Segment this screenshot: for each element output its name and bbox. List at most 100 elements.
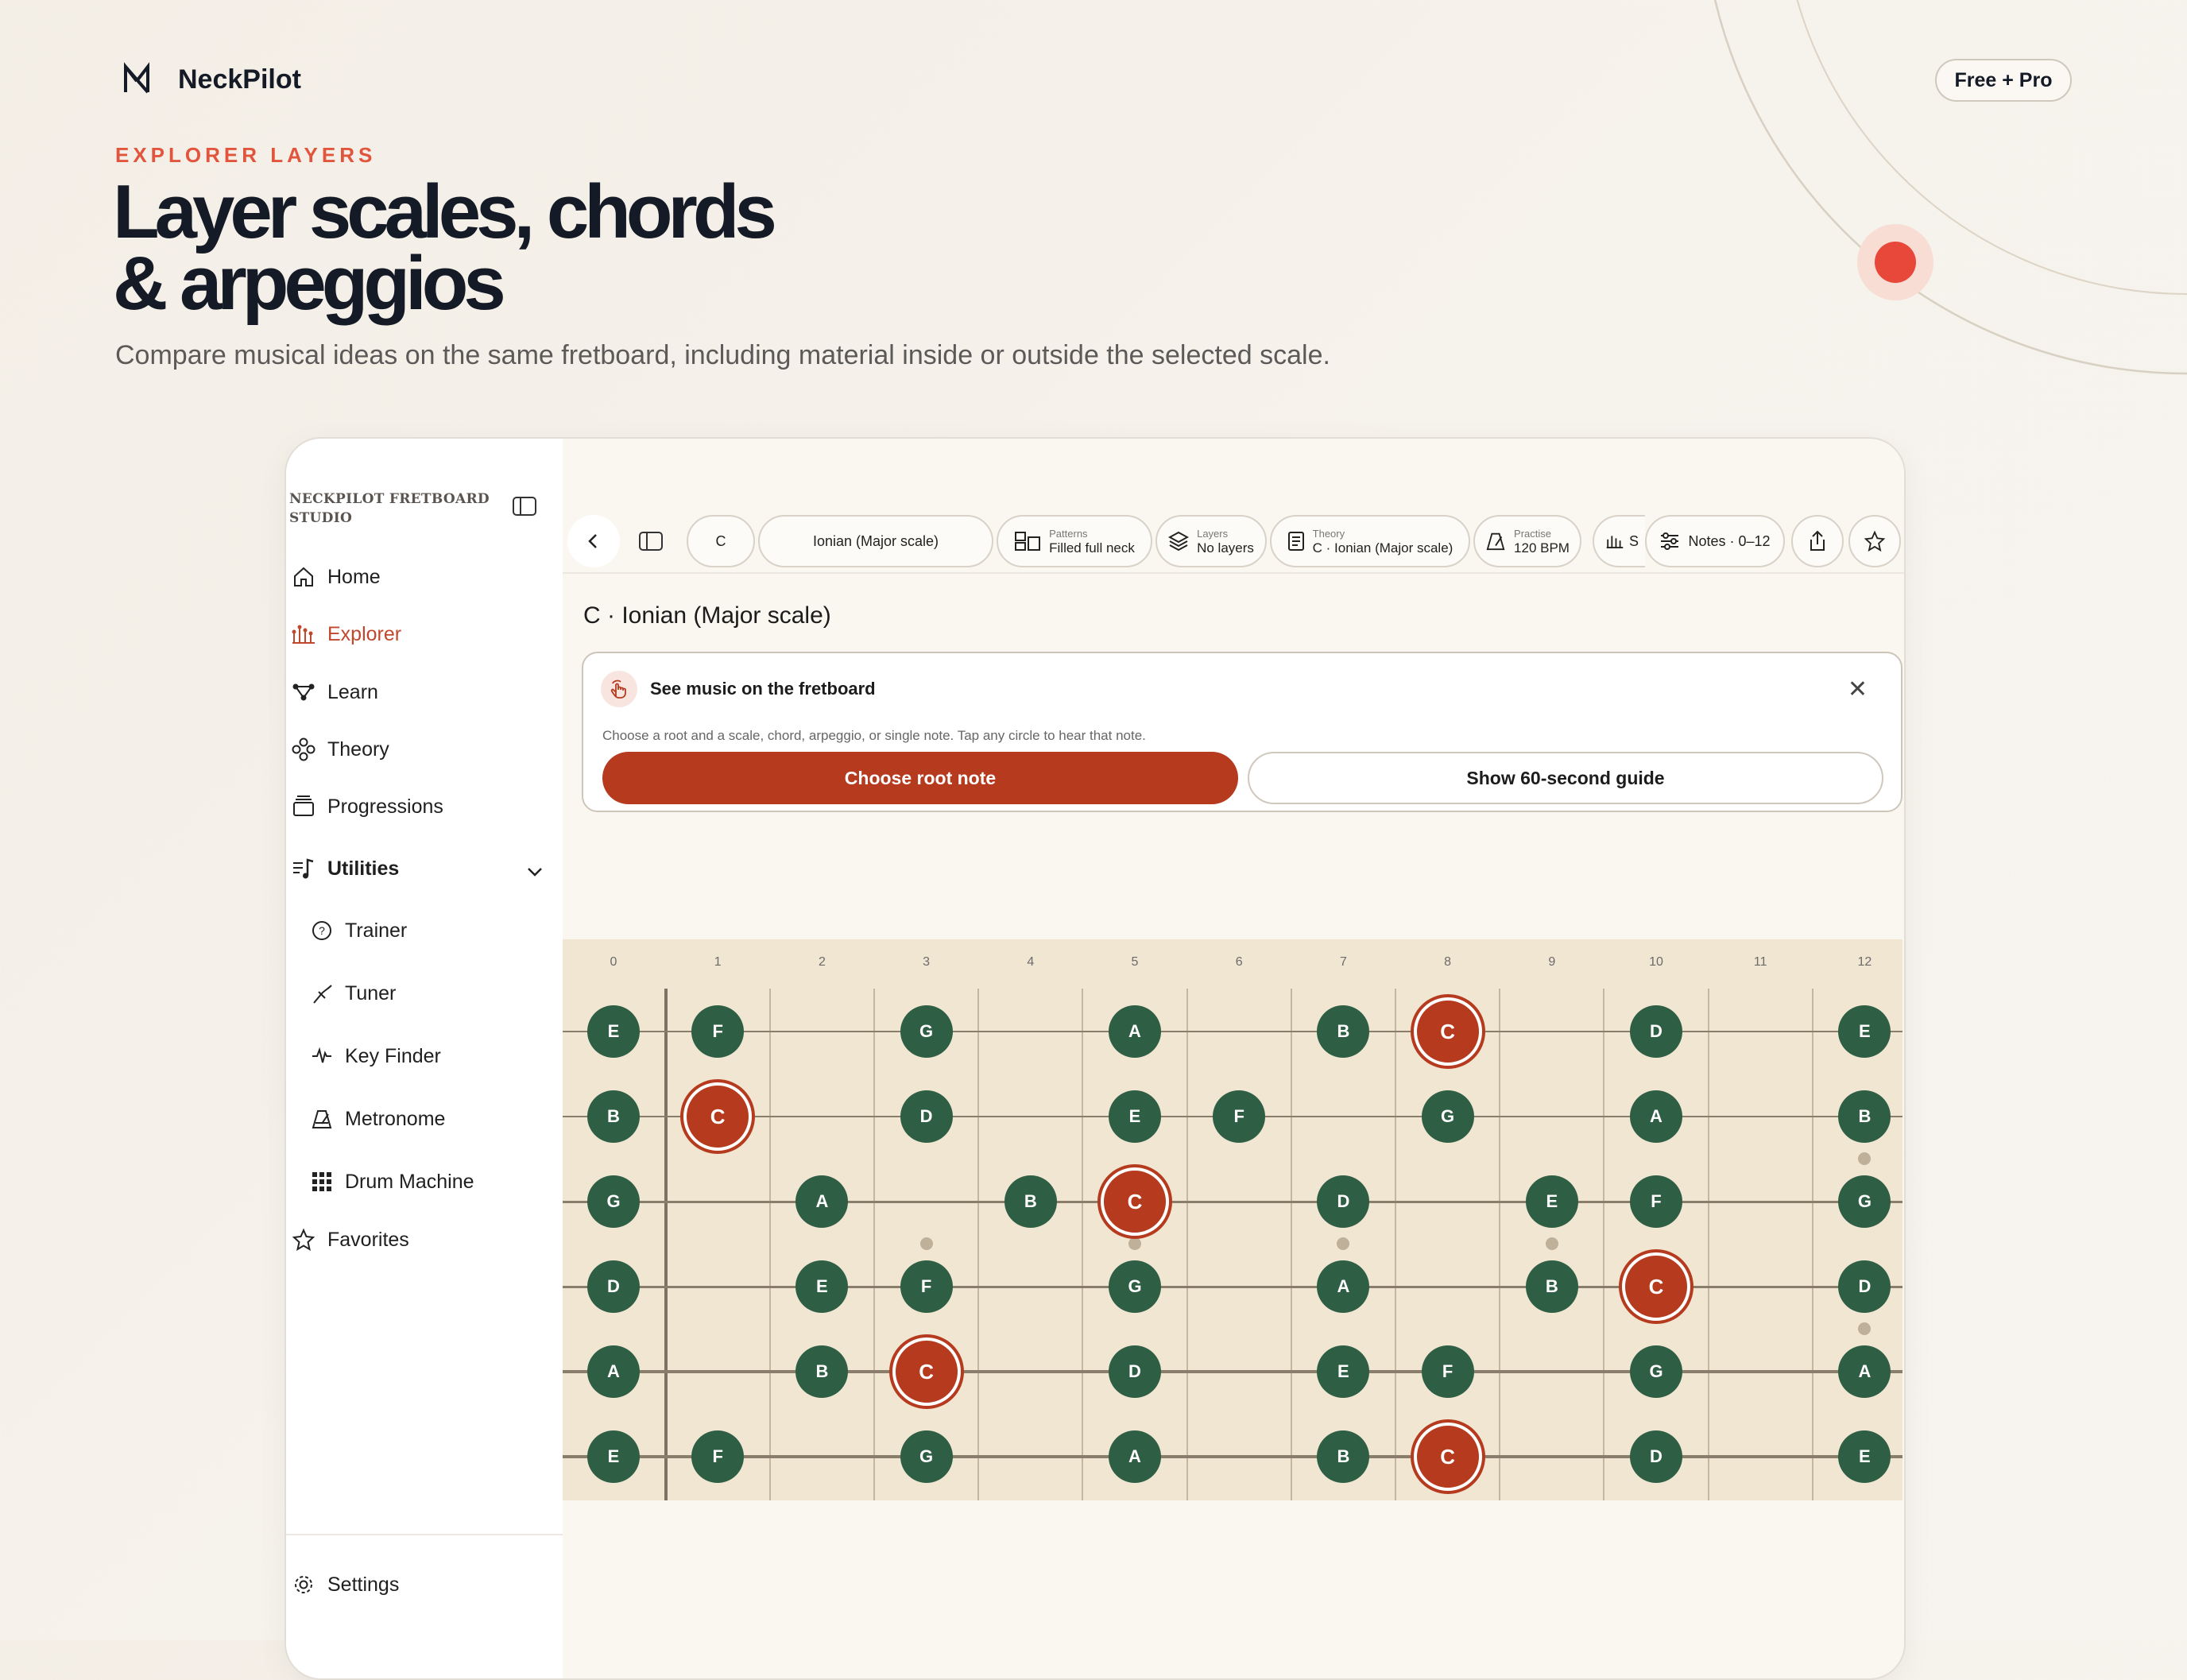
sidebar-item-drum-machine[interactable]: Drum Machine [308, 1167, 474, 1196]
sidebar-item-theory[interactable]: Theory [289, 735, 389, 764]
note-marker[interactable]: B [587, 1090, 640, 1143]
root-note-marker[interactable]: C [683, 1082, 753, 1151]
close-icon[interactable]: ✕ [1848, 675, 1868, 703]
sidebar-item-home[interactable]: Home [289, 563, 381, 591]
panel-toggle-button[interactable] [625, 515, 677, 567]
note-marker[interactable]: G [900, 1005, 953, 1058]
note-marker[interactable]: G [900, 1430, 953, 1483]
share-button[interactable] [1791, 515, 1844, 567]
note-marker[interactable]: E [1838, 1430, 1891, 1483]
headline-line-1: Layer scales, chords [113, 169, 777, 254]
partial-toolbar-button[interactable]: S [1593, 515, 1645, 567]
note-marker[interactable]: D [1838, 1260, 1891, 1313]
sidebar-collapse-icon[interactable] [512, 496, 537, 517]
fret-wire [1811, 989, 1813, 1500]
note-marker[interactable]: B [1317, 1005, 1370, 1058]
home-icon [289, 563, 318, 591]
note-marker[interactable]: D [1317, 1175, 1370, 1228]
notes-range-button[interactable]: Notes · 0–12 [1645, 515, 1785, 567]
note-marker[interactable]: D [1109, 1345, 1161, 1398]
show-guide-button[interactable]: Show 60-second guide [1248, 752, 1883, 804]
theory-button[interactable]: Theory C · Ionian (Major scale) [1270, 515, 1470, 567]
note-marker[interactable]: E [795, 1260, 849, 1313]
note-marker[interactable]: F [691, 1430, 745, 1483]
note-marker[interactable]: B [1838, 1090, 1891, 1143]
patterns-label: Patterns [1049, 528, 1088, 540]
share-icon [1810, 530, 1825, 551]
note-marker[interactable]: E [1838, 1005, 1891, 1058]
note-marker[interactable]: D [1630, 1430, 1682, 1483]
root-note-marker[interactable]: C [892, 1337, 961, 1406]
fret-wire [873, 989, 875, 1500]
note-marker[interactable]: G [1630, 1345, 1682, 1398]
note-marker[interactable]: F [691, 1005, 745, 1058]
sidebar-item-metronome[interactable]: Metronome [308, 1105, 445, 1133]
fret-number: 3 [923, 955, 931, 969]
sidebar-item-label: Favorites [327, 1228, 409, 1251]
note-marker[interactable]: B [1317, 1430, 1370, 1483]
sidebar-item-key-finder[interactable]: Key Finder [308, 1042, 441, 1070]
sidebar-item-explorer[interactable]: Explorer [289, 620, 401, 648]
sidebar-item-progressions[interactable]: Progressions [289, 792, 443, 821]
sidebar-item-learn[interactable]: Learn [289, 678, 378, 706]
note-marker[interactable]: D [900, 1090, 953, 1143]
note-marker[interactable]: A [587, 1345, 640, 1398]
note-marker[interactable]: F [1213, 1090, 1266, 1143]
note-marker[interactable]: G [587, 1175, 640, 1228]
progressions-icon [289, 792, 318, 821]
note-marker[interactable]: G [1838, 1175, 1891, 1228]
note-marker[interactable]: E [1109, 1090, 1161, 1143]
note-marker[interactable]: E [587, 1005, 640, 1058]
root-note-marker[interactable]: C [1413, 997, 1482, 1066]
scale-select-button[interactable]: Ionian (Major scale) [758, 515, 993, 567]
root-note-marker[interactable]: C [1413, 1423, 1482, 1491]
fret-number: 11 [1753, 955, 1767, 969]
document-icon [1287, 532, 1304, 551]
note-marker[interactable]: D [1630, 1005, 1682, 1058]
fret-wire [1290, 989, 1292, 1500]
note-marker[interactable]: A [795, 1175, 849, 1228]
root-note-button[interactable]: C [687, 515, 755, 567]
layers-button[interactable]: Layers No layers [1155, 515, 1267, 567]
sidebar-item-label: Settings [327, 1573, 400, 1596]
note-marker[interactable]: D [587, 1260, 640, 1313]
note-marker[interactable]: A [1109, 1005, 1161, 1058]
utilities-group-header[interactable]: Utilities [289, 854, 399, 883]
note-marker[interactable]: G [1421, 1090, 1474, 1143]
note-marker[interactable]: E [587, 1430, 640, 1483]
fret-wire [1603, 989, 1605, 1500]
root-note-marker[interactable]: C [1622, 1252, 1690, 1321]
note-marker[interactable]: A [1630, 1090, 1682, 1143]
inlay-dot [1858, 1322, 1872, 1335]
favorite-button[interactable] [1848, 515, 1901, 567]
note-marker[interactable]: F [1630, 1175, 1682, 1228]
note-marker[interactable]: A [1317, 1260, 1370, 1313]
chevron-down-icon[interactable] [524, 861, 545, 882]
nut [664, 989, 668, 1500]
sidebar-item-label: Explorer [327, 622, 402, 645]
sidebar-item-trainer[interactable]: ? Trainer [308, 916, 407, 945]
note-marker[interactable]: E [1525, 1175, 1578, 1228]
root-note-marker[interactable]: C [1101, 1167, 1169, 1236]
note-marker[interactable]: B [1525, 1260, 1578, 1313]
note-marker[interactable]: E [1317, 1345, 1370, 1398]
sidebar-item-settings[interactable]: Settings [289, 1570, 399, 1599]
practise-button[interactable]: Practise 120 BPM [1473, 515, 1581, 567]
patterns-button[interactable]: Patterns Filled full neck [997, 515, 1152, 567]
utilities-icon [289, 854, 318, 883]
sidebar-item-tuner[interactable]: Tuner [308, 979, 396, 1008]
note-marker[interactable]: A [1109, 1430, 1161, 1483]
tuner-icon [308, 979, 335, 1008]
note-marker[interactable]: F [1421, 1345, 1474, 1398]
note-marker[interactable]: F [900, 1260, 953, 1313]
note-marker[interactable]: G [1109, 1260, 1161, 1313]
free-pro-badge[interactable]: Free + Pro [1935, 59, 2072, 102]
note-marker[interactable]: B [795, 1345, 849, 1398]
note-marker[interactable]: B [1004, 1175, 1057, 1228]
note-marker[interactable]: A [1838, 1345, 1891, 1398]
back-button[interactable] [567, 515, 620, 567]
choose-root-note-button[interactable]: Choose root note [602, 752, 1238, 804]
sidebar-item-favorites[interactable]: Favorites [289, 1225, 409, 1254]
theory-value: C · Ionian (Major scale) [1312, 540, 1453, 555]
sliders-icon [1661, 532, 1679, 550]
